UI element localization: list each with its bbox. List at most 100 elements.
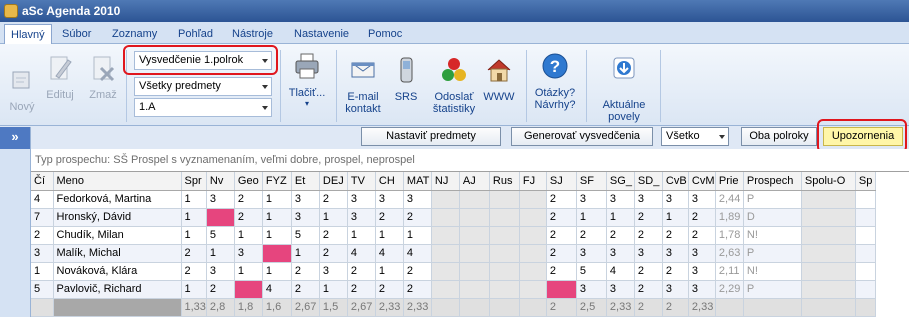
table-row[interactable]: 5 Pavlovič, Richard 1 2 4 2 1 2 2 2 3 3 2 3 3 2,29 P [31,280,876,299]
grid-cell[interactable] [801,244,856,263]
grid-cell[interactable]: 1,89 [715,208,744,227]
menu-tab-nastroje[interactable]: Nástroje [226,24,279,44]
grid-cell[interactable] [801,262,856,281]
column-header[interactable]: CvB [662,172,689,191]
grid-cell[interactable] [459,262,490,281]
grid-cell[interactable] [489,208,520,227]
grid-cell[interactable]: 5 [31,280,54,299]
grid-cell[interactable]: 2 [546,244,577,263]
grid-cell[interactable] [262,244,292,263]
column-header[interactable]: CvM [688,172,716,191]
new-button[interactable]: Nový [6,66,38,113]
email-contact-button[interactable]: E-mail kontakt [342,56,384,115]
grid-cell[interactable]: 2 [319,244,348,263]
grid-cell[interactable]: 5 [291,226,320,245]
column-header[interactable]: Geo [234,172,263,191]
column-header[interactable]: MAT [403,172,432,191]
grid-cell[interactable]: 3 [291,208,320,227]
grid-cell[interactable]: 4 [262,280,292,299]
grid-cell[interactable]: 2 [546,190,577,209]
grid-cell[interactable]: 3 [688,262,716,281]
table-row[interactable]: 1 Nováková, Klára 2 3 1 1 2 3 2 1 2 2 5 4 2 2 3 2,11 N! [31,262,876,281]
grid-cell[interactable]: N! [743,226,802,245]
grid-cell[interactable] [801,280,856,299]
grid-cell[interactable]: 2 [403,280,432,299]
column-header[interactable]: FYZ [262,172,292,191]
grid-cell[interactable]: P [743,244,802,263]
grid-cell[interactable]: 1 [262,208,292,227]
grid-cell[interactable] [459,226,490,245]
edit-button[interactable]: Edituj [44,54,76,101]
grid-cell[interactable]: 4 [347,244,376,263]
table-row[interactable]: 7 Hronský, Dávid 1 2 1 3 1 3 2 2 2 1 1 2 1 2 1,89 D [31,208,876,227]
grid-cell[interactable]: N! [743,262,802,281]
grid-cell[interactable]: 4 [31,190,54,209]
grid-cell[interactable]: 1 [181,280,207,299]
send-statistics-button[interactable]: Odoslať štatistiky [428,56,480,115]
grid-cell[interactable]: 2 [375,280,404,299]
grid-cell[interactable]: 1,78 [715,226,744,245]
grid-cell[interactable]: 2 [403,262,432,281]
grid-cell[interactable]: 1 [347,226,376,245]
grid-cell[interactable]: 1 [31,262,54,281]
grid-cell[interactable]: 3 [319,262,348,281]
grid-cell[interactable]: 1 [606,208,635,227]
column-header[interactable]: Spolu-O [801,172,856,191]
grid-cell[interactable]: 3 [347,208,376,227]
column-header[interactable]: Spr [181,172,207,191]
generate-reports-button[interactable]: Generovať vysvedčenia [511,127,653,146]
grid-cell[interactable]: 3 [662,190,689,209]
grid-cell[interactable]: 5 [576,262,607,281]
grid-cell[interactable]: 2 [291,280,320,299]
grid-cell[interactable] [459,244,490,263]
grid-cell[interactable]: 4 [606,262,635,281]
menu-tab-pomoc[interactable]: Pomoc [362,24,408,44]
questions-button[interactable]: ? Otázky? Návrhy? [530,52,580,111]
grid-cell[interactable] [489,190,520,209]
grid-cell[interactable] [431,280,460,299]
table-row[interactable]: 2 Chudík, Milan 1 5 1 1 5 2 1 1 1 2 2 2 2 2 2 1,78 N! [31,226,876,245]
print-button[interactable]: Tlačiť... ▾ [284,52,330,108]
column-header[interactable]: AJ [459,172,490,191]
grid-cell[interactable] [801,208,856,227]
grid-cell[interactable] [459,208,490,227]
grid-cell[interactable]: 2 [546,226,577,245]
set-subjects-button[interactable]: Nastaviť predmety [361,127,501,146]
grid-cell[interactable] [855,280,876,299]
column-header[interactable]: DEJ [319,172,348,191]
grid-cell[interactable]: 3 [375,190,404,209]
grid-cell[interactable]: 2 [347,262,376,281]
grid-cell[interactable]: 5 [206,226,235,245]
grid-cell[interactable]: 3 [576,190,607,209]
grid-cell[interactable] [546,280,577,299]
grid-cell[interactable]: 2,63 [715,244,744,263]
grid-cell[interactable]: 1 [262,190,292,209]
column-header[interactable]: SJ [546,172,577,191]
grid-cell[interactable]: 1 [234,262,263,281]
grid-cell[interactable] [519,190,547,209]
grid-cell[interactable]: 2 [688,208,716,227]
subjects-select[interactable]: Všetky predmety [134,77,272,96]
grid-cell[interactable]: 2 [234,208,263,227]
grid-cell[interactable] [519,262,547,281]
grid-cell[interactable] [459,190,490,209]
grid-cell[interactable]: 2,11 [715,262,744,281]
grid-cell[interactable]: 2 [403,208,432,227]
class-select[interactable]: 1.A [134,98,272,117]
grid-cell[interactable]: 3 [576,244,607,263]
www-button[interactable]: WWW [482,56,516,103]
grid-cell[interactable]: 2 [347,280,376,299]
grid-cell[interactable]: 3 [634,190,663,209]
grid-cell[interactable]: Pavlovič, Richard [53,280,182,299]
grid-cell[interactable] [431,262,460,281]
grid-cell[interactable] [234,280,263,299]
grid-cell[interactable]: 2,44 [715,190,744,209]
grid-cell[interactable] [855,244,876,263]
grid-cell[interactable]: 1 [291,244,320,263]
menu-tab-hlavny[interactable]: Hlavný [4,24,52,44]
grid-cell[interactable]: 2 [375,208,404,227]
grid-cell[interactable]: 3 [662,244,689,263]
grid-cell[interactable] [489,280,520,299]
grid-cell[interactable]: P [743,190,802,209]
grid-cell[interactable] [431,190,460,209]
